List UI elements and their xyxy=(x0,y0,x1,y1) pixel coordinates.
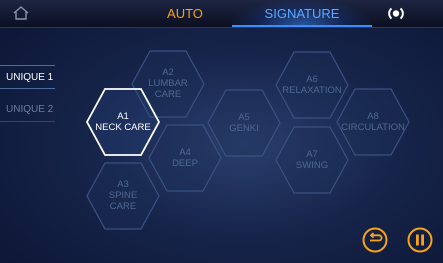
pause-icon[interactable] xyxy=(407,227,433,253)
screen: AUTO SIGNATURE UNIQUE 1 UNIQUE 2 A1 NECK… xyxy=(0,0,443,263)
hex-a6-relaxation[interactable] xyxy=(275,51,349,119)
program-hex-grid xyxy=(85,50,410,230)
hex-a5-genki[interactable] xyxy=(207,89,281,157)
hex-a4-deep[interactable] xyxy=(148,124,222,192)
hex-a3-spine-care[interactable] xyxy=(86,162,160,230)
hex-a8-circulation[interactable] xyxy=(336,88,410,156)
back-icon[interactable] xyxy=(362,227,388,253)
hex-a7-swing[interactable] xyxy=(275,126,349,194)
